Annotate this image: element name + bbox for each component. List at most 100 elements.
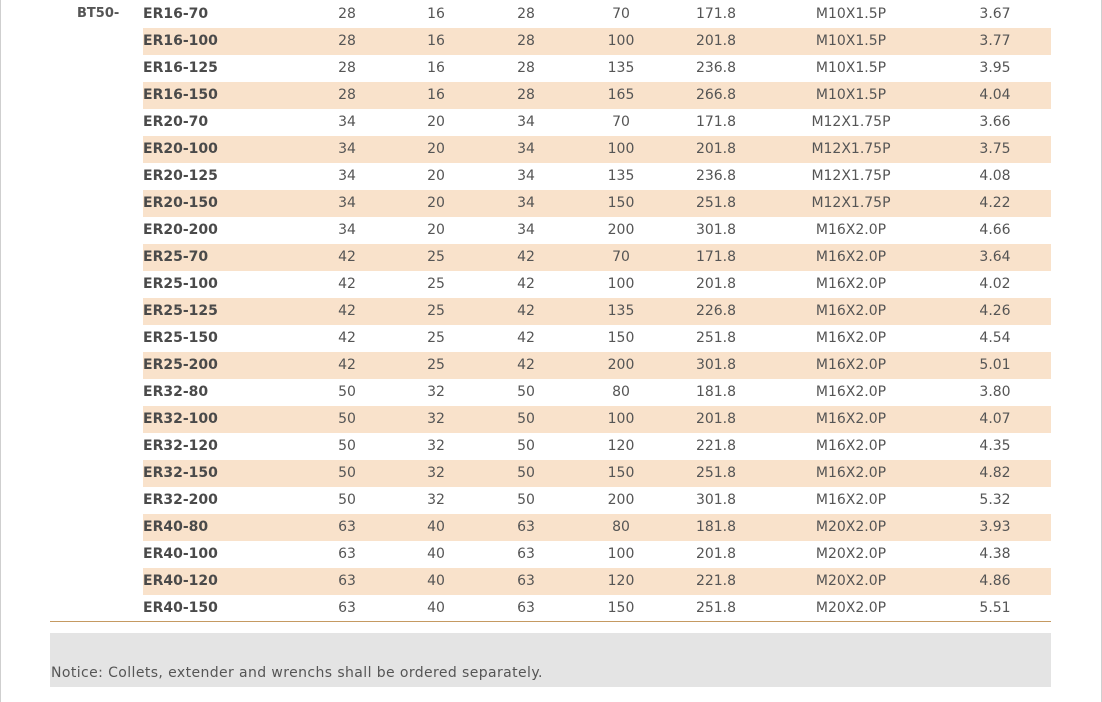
length-cell: 70 [612,249,630,265]
weight-cell: 4.08 [979,168,1011,184]
dimension-cell: 40 [427,519,445,535]
table-row: ER32-200 50 32 50 200 301.8 M16X2.0P 5.32 [143,487,1051,514]
model-cell: ER25-100 [143,276,218,292]
length-cell: 135 [607,303,635,319]
dimension-cell: 28 [338,6,356,22]
length-cell: 181.8 [695,519,737,535]
dimension-cell: 28 [338,87,356,103]
model-cell: ER40-120 [143,573,218,589]
table-row: ER20-150 34 20 34 150 251.8 M12X1.75P 4.22 [143,190,1051,217]
table-row: ER32-150 50 32 50 150 251.8 M16X2.0P 4.82 [143,460,1051,487]
model-cell: ER40-150 [143,600,218,616]
thread-cell: M10X1.5P [815,6,887,22]
thread-cell: M16X2.0P [815,411,887,427]
thread-cell: M16X2.0P [815,276,887,292]
dimension-cell: 25 [427,249,445,265]
thread-cell: M10X1.5P [815,87,887,103]
length-cell: 100 [607,411,635,427]
length-cell: 100 [607,546,635,562]
dimension-cell: 40 [427,546,445,562]
length-cell: 301.8 [695,357,737,373]
thread-cell: M20X2.0P [815,600,887,616]
table-row: ER20-200 34 20 34 200 301.8 M16X2.0P 4.66 [143,217,1051,244]
dimension-cell: 32 [427,465,445,481]
table-row: ER40-100 63 40 63 100 201.8 M20X2.0P 4.38 [143,541,1051,568]
table-row: ER25-125 42 25 42 135 226.8 M16X2.0P 4.26 [143,298,1051,325]
weight-cell: 5.51 [979,600,1011,616]
dimension-cell: 42 [517,249,535,265]
length-cell: 236.8 [695,60,737,76]
weight-cell: 3.80 [979,384,1011,400]
dimension-cell: 28 [517,87,535,103]
length-cell: 201.8 [695,33,737,49]
dimension-cell: 34 [338,141,356,157]
length-cell: 80 [612,384,630,400]
table-row: ER40-120 63 40 63 120 221.8 M20X2.0P 4.86 [143,568,1051,595]
dimension-cell: 63 [338,519,356,535]
dimension-cell: 34 [517,114,535,130]
length-cell: 251.8 [695,195,737,211]
dimension-cell: 32 [427,438,445,454]
dimension-cell: 16 [427,60,445,76]
table-row: ER32-100 50 32 50 100 201.8 M16X2.0P 4.07 [143,406,1051,433]
notice-panel: Notice: Collets, extender and wrenchs sh… [50,633,1051,687]
length-cell: 201.8 [695,141,737,157]
model-cell: ER20-70 [143,114,209,130]
weight-cell: 4.22 [979,195,1011,211]
dimension-cell: 63 [517,600,535,616]
model-cell: ER16-125 [143,60,218,76]
model-cell: ER20-125 [143,168,218,184]
weight-cell: 4.04 [979,87,1011,103]
length-cell: 251.8 [695,600,737,616]
dimension-cell: 34 [338,195,356,211]
weight-cell: 3.66 [979,114,1011,130]
dimension-cell: 42 [338,276,356,292]
length-cell: 120 [607,438,635,454]
dimension-cell: 63 [338,573,356,589]
dimension-cell: 42 [517,357,535,373]
dimension-cell: 25 [427,330,445,346]
dimension-cell: 63 [517,573,535,589]
dimension-cell: 34 [517,195,535,211]
dimension-cell: 42 [338,357,356,373]
length-cell: 201.8 [695,276,737,292]
table-row: ER32-120 50 32 50 120 221.8 M16X2.0P 4.35 [143,433,1051,460]
dimension-cell: 42 [338,249,356,265]
length-cell: 150 [607,330,635,346]
length-cell: 266.8 [695,87,737,103]
dimension-cell: 20 [427,168,445,184]
weight-cell: 4.54 [979,330,1011,346]
length-cell: 171.8 [695,114,737,130]
table-bottom-rule [50,621,1051,622]
page-border-left [0,0,1,702]
thread-cell: M12X1.75P [811,114,891,130]
thread-cell: M10X1.5P [815,33,887,49]
model-cell: ER32-100 [143,411,218,427]
length-cell: 226.8 [695,303,737,319]
model-cell: ER25-125 [143,303,218,319]
table-row: ER25-100 42 25 42 100 201.8 M16X2.0P 4.02 [143,271,1051,298]
length-cell: 201.8 [695,411,737,427]
length-cell: 251.8 [695,330,737,346]
dimension-cell: 25 [427,276,445,292]
length-cell: 150 [607,195,635,211]
length-cell: 301.8 [695,492,737,508]
dimension-cell: 34 [517,141,535,157]
dimension-cell: 50 [517,384,535,400]
length-cell: 201.8 [695,546,737,562]
dimension-cell: 50 [517,411,535,427]
notice-text: Notice: Collets, extender and wrenchs sh… [51,665,543,681]
length-cell: 181.8 [695,384,737,400]
dimension-cell: 32 [427,384,445,400]
model-cell: ER20-150 [143,195,218,211]
thread-cell: M16X2.0P [815,222,887,238]
length-cell: 221.8 [695,573,737,589]
dimension-cell: 63 [338,546,356,562]
dimension-cell: 28 [338,33,356,49]
thread-cell: M16X2.0P [815,438,887,454]
dimension-cell: 20 [427,195,445,211]
model-cell: ER32-80 [143,384,209,400]
weight-cell: 4.86 [979,573,1011,589]
series-label: BT50- [77,6,120,21]
length-cell: 200 [607,357,635,373]
